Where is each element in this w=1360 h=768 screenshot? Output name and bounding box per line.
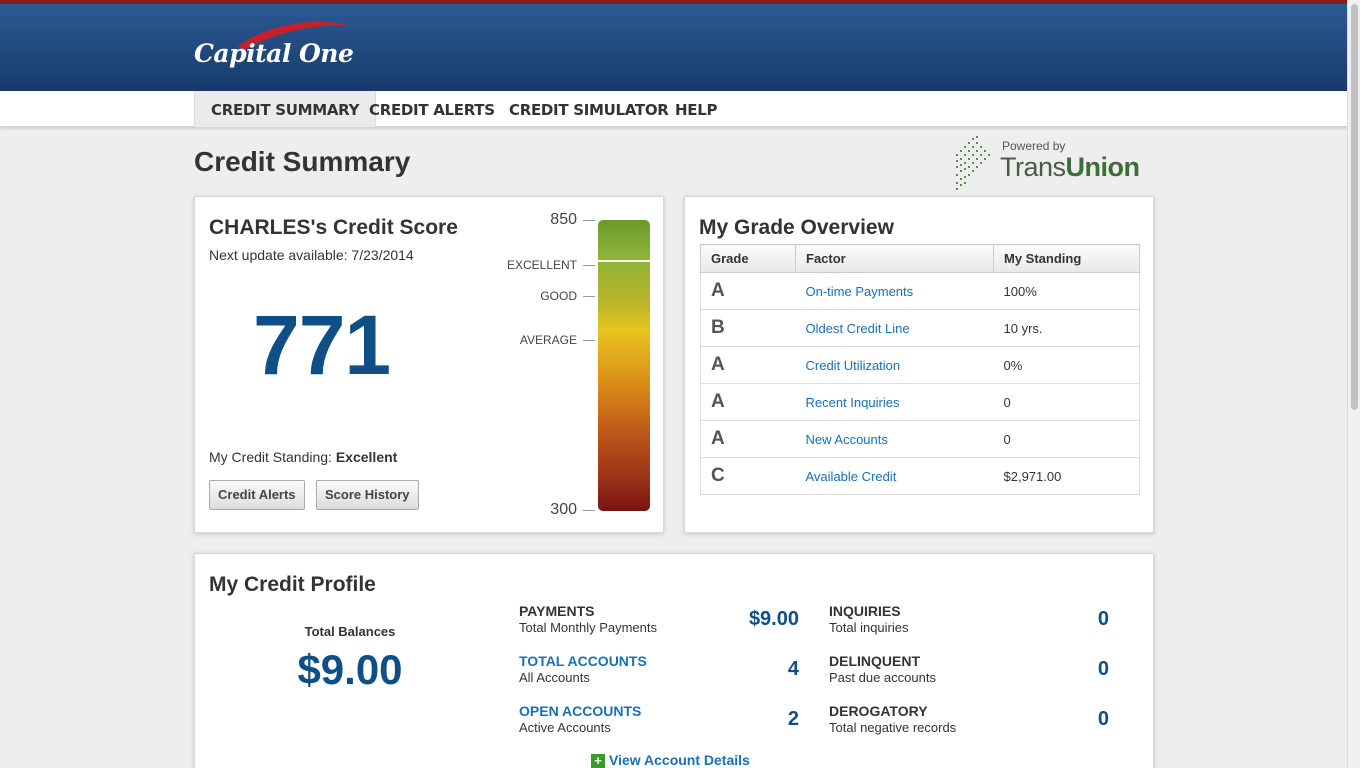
credit-standing: My Credit Standing: Excellent — [209, 449, 397, 465]
gauge-tick-excellent — [583, 265, 595, 266]
logo-text: Capital One — [194, 39, 354, 68]
stat-total-accounts: TOTAL ACCOUNTS All Accounts 4 — [519, 653, 809, 693]
stat-derogatory: DEROGATORY Total negative records 0 — [829, 703, 1119, 743]
stat-open-accounts-sub: Active Accounts — [519, 720, 611, 735]
table-row: B Oldest Credit Line 10 yrs. — [700, 309, 1140, 347]
factor-link[interactable]: New Accounts — [795, 420, 994, 458]
transunion-logo-icon — [956, 136, 990, 190]
gauge-excellent-label: EXCELLENT — [506, 258, 577, 272]
credit-score-title: CHARLES's Credit Score — [209, 216, 458, 239]
grade-cell: A — [700, 272, 796, 310]
total-accounts-link[interactable]: TOTAL ACCOUNTS — [519, 653, 647, 669]
grade-table: Grade Factor My Standing A On-time Payme… — [700, 244, 1140, 495]
gauge-min-label: 300 — [550, 501, 577, 518]
view-account-details-link[interactable]: + View Account Details — [591, 752, 750, 768]
total-balances-label: Total Balances — [304, 624, 396, 639]
standing-cell: $2,971.00 — [993, 457, 1140, 495]
stat-payments-value: $9.00 — [748, 608, 799, 630]
capital-one-logo[interactable]: Capital One — [194, 21, 364, 80]
credit-score-value: 771 — [253, 298, 391, 392]
standing-cell: 0 — [993, 383, 1140, 421]
score-gauge-marker — [598, 260, 650, 262]
standing-cell: 0 — [993, 420, 1140, 458]
stat-delinquent-value: 0 — [1097, 658, 1109, 680]
factor-link[interactable]: On-time Payments — [795, 272, 994, 310]
stat-inquiries-sub: Total inquiries — [829, 620, 909, 635]
standing-cell: 10 yrs. — [993, 309, 1140, 347]
credit-profile-card: My Credit Profile Total Balances $9.00 P… — [194, 553, 1154, 768]
stat-open-accounts-value: 2 — [787, 708, 799, 730]
grade-cell: B — [700, 309, 796, 347]
factor-link[interactable]: Recent Inquiries — [795, 383, 994, 421]
credit-standing-label: My Credit Standing: — [209, 449, 332, 465]
nav-credit-simulator[interactable]: CREDIT SIMULATOR — [493, 91, 685, 127]
credit-score-card: CHARLES's Credit Score Next update avail… — [194, 196, 664, 533]
grade-overview-card: My Grade Overview Grade Factor My Standi… — [684, 196, 1154, 533]
score-gauge — [598, 220, 650, 511]
plus-icon: + — [591, 754, 605, 768]
powered-by-label: Powered by — [1002, 139, 1066, 153]
main-nav: CREDIT SUMMARY CREDIT ALERTS CREDIT SIMU… — [0, 91, 1347, 127]
stat-open-accounts: OPEN ACCOUNTS Active Accounts 2 — [519, 703, 809, 743]
factor-link[interactable]: Credit Utilization — [795, 346, 994, 384]
stat-payments: PAYMENTS Total Monthly Payments $9.00 — [519, 603, 809, 643]
stat-derogatory-value: 0 — [1097, 708, 1109, 730]
table-row: A Recent Inquiries 0 — [700, 383, 1140, 421]
gauge-tick-max — [583, 220, 595, 221]
gauge-tick-good — [583, 296, 595, 297]
nav-help[interactable]: HELP — [659, 91, 733, 127]
stat-inquiries-value: 0 — [1097, 608, 1109, 630]
stat-derogatory-head: DEROGATORY — [829, 703, 928, 719]
transunion-name: TransUnion — [1000, 152, 1140, 182]
nav-credit-alerts[interactable]: CREDIT ALERTS — [353, 91, 511, 127]
grade-cell: A — [700, 420, 796, 458]
nav-credit-summary[interactable]: CREDIT SUMMARY — [194, 91, 377, 127]
grade-cell: A — [700, 383, 796, 421]
stat-inquiries-head: INQUIRIES — [829, 603, 901, 619]
stat-payments-sub: Total Monthly Payments — [519, 620, 658, 635]
gauge-average-label: AVERAGE — [519, 333, 577, 347]
stat-total-accounts-value: 4 — [787, 658, 799, 680]
factor-link[interactable]: Available Credit — [795, 457, 994, 495]
view-account-details-label: View Account Details — [609, 752, 750, 768]
page-title: Credit Summary — [194, 146, 411, 177]
stat-inquiries: INQUIRIES Total inquiries 0 — [829, 603, 1119, 643]
score-history-button[interactable]: Score History — [316, 480, 419, 510]
site-header: Capital One — [0, 4, 1347, 91]
gauge-tick-min — [583, 510, 595, 511]
gauge-good-label: GOOD — [540, 289, 577, 303]
next-update-text: Next update available: 7/23/2014 — [209, 247, 414, 263]
stat-delinquent-sub: Past due accounts — [829, 670, 936, 685]
grade-cell: C — [700, 457, 796, 495]
grade-table-header: Grade Factor My Standing — [700, 244, 1140, 273]
factor-link[interactable]: Oldest Credit Line — [795, 309, 994, 347]
table-row: C Available Credit $2,971.00 — [700, 457, 1140, 495]
stat-delinquent: DELINQUENT Past due accounts 0 — [829, 653, 1119, 693]
grade-cell: A — [700, 346, 796, 384]
credit-standing-value: Excellent — [335, 449, 398, 465]
stat-total-accounts-sub: All Accounts — [519, 670, 590, 685]
total-balances-value: $9.00 — [297, 646, 403, 693]
column-header-standing: My Standing — [993, 244, 1140, 273]
page-scrollbar[interactable] — [1347, 0, 1360, 768]
table-row: A Credit Utilization 0% — [700, 346, 1140, 384]
standing-cell: 100% — [993, 272, 1140, 310]
open-accounts-link[interactable]: OPEN ACCOUNTS — [519, 703, 641, 719]
credit-alerts-button[interactable]: Credit Alerts — [209, 480, 305, 510]
column-header-factor: Factor — [795, 244, 994, 273]
credit-profile-title: My Credit Profile — [209, 573, 376, 596]
gauge-max-label: 850 — [550, 211, 577, 228]
scrollbar-thumb[interactable] — [1351, 4, 1358, 410]
grade-overview-title: My Grade Overview — [699, 216, 894, 239]
column-header-grade: Grade — [700, 244, 796, 273]
standing-cell: 0% — [993, 346, 1140, 384]
transunion-logo: Powered by TransUnion — [954, 134, 1154, 192]
stat-delinquent-head: DELINQUENT — [829, 653, 920, 669]
table-row: A On-time Payments 100% — [700, 272, 1140, 310]
stat-payments-head: PAYMENTS — [519, 603, 595, 619]
stat-derogatory-sub: Total negative records — [829, 720, 957, 735]
gauge-tick-average — [583, 340, 595, 341]
table-row: A New Accounts 0 — [700, 420, 1140, 458]
